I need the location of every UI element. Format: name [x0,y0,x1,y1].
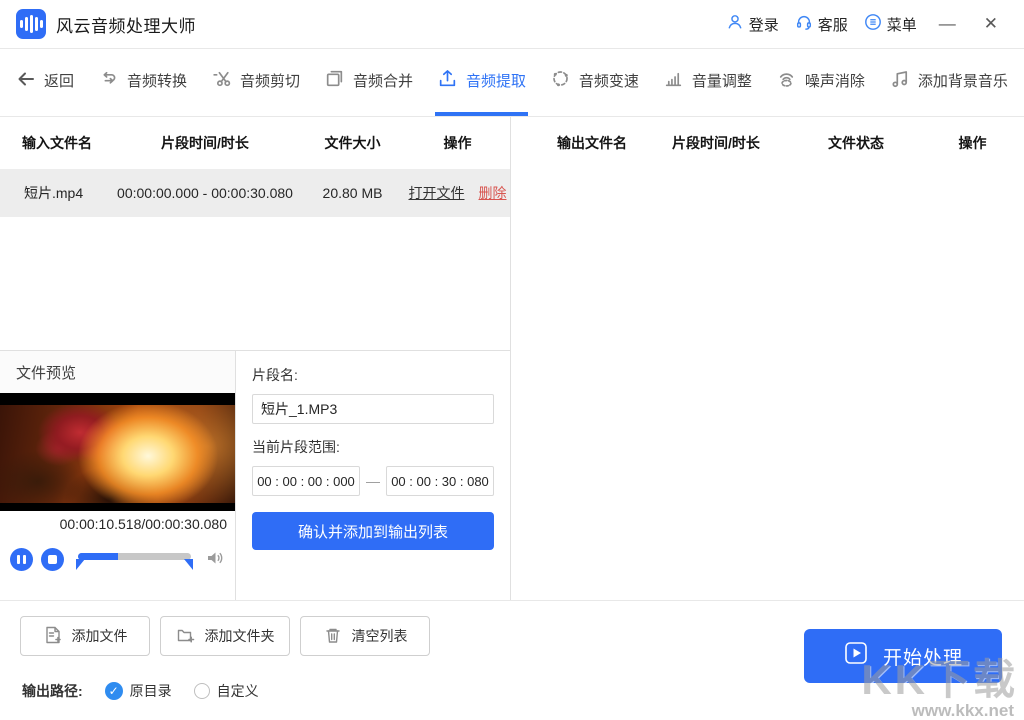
pause-icon [17,555,26,564]
range-dash: — [366,473,380,489]
menu-icon [864,13,882,35]
login-button[interactable]: 登录 [722,13,783,35]
main-area: 输入文件名 片段时间/时长 文件大小 操作 短片.mp4 00:00:00.00… [0,117,1024,600]
segment-name-input[interactable] [252,394,494,424]
output-table-header: 输出文件名 片段时间/时长 文件状态 操作 [511,117,1024,169]
headset-icon [795,13,813,35]
app-logo-icon [16,9,46,39]
noise-icon [776,68,797,93]
merge-icon [324,68,345,93]
video-frame-image [0,405,235,503]
user-icon [726,13,744,35]
input-table-empty-space [0,217,510,350]
tab-audio-speed[interactable]: 音频变速 [548,49,641,116]
player-controls [0,537,235,581]
scissors-icon [211,68,232,93]
tab-audio-cut[interactable]: 音频剪切 [209,49,302,116]
segment-panel: 片段名: 当前片段范围: — 确认并添加到输出列表 [236,351,510,600]
video-preview[interactable] [0,393,235,511]
add-folder-button[interactable]: 添加文件夹 [160,616,290,656]
trim-handle-left[interactable] [76,559,85,570]
file-size: 20.80 MB [300,185,405,201]
add-folder-icon [176,625,196,648]
volume-bars-icon [663,68,684,93]
input-pane: 输入文件名 片段时间/时长 文件大小 操作 短片.mp4 00:00:00.00… [0,117,511,600]
menu-button[interactable]: 菜单 [860,13,921,35]
tab-add-bgm[interactable]: 添加背景音乐 [887,49,1010,116]
clear-list-button[interactable]: 清空列表 [300,616,430,656]
add-file-button[interactable]: 添加文件 [20,616,150,656]
output-pane: 输出文件名 片段时间/时长 文件状态 操作 [511,117,1024,600]
preview-title: 文件预览 [0,351,235,393]
stop-button[interactable] [41,548,64,571]
watermark-url: www.kkx.net [861,702,1018,720]
input-table-header: 输入文件名 片段时间/时长 文件大小 操作 [0,117,510,169]
play-icon [843,640,869,672]
radio-custom-dir[interactable]: 自定义 [194,681,259,701]
open-file-link[interactable]: 打开文件 [409,183,465,203]
segment-range-label: 当前片段范围: [252,437,494,457]
tab-volume-adjust[interactable]: 音量调整 [661,49,754,116]
radio-original-dir[interactable]: ✓ 原目录 [105,681,172,701]
tab-noise-removal[interactable]: 噪声消除 [774,49,867,116]
seek-slider[interactable] [78,549,191,569]
app-title: 风云音频处理大师 [56,12,196,37]
input-file-name: 短片.mp4 [0,183,110,203]
pause-button[interactable] [10,548,33,571]
service-button[interactable]: 客服 [791,13,852,35]
add-file-icon [43,625,63,648]
volume-icon[interactable] [205,548,225,571]
range-start-input[interactable] [252,466,360,496]
tab-audio-merge[interactable]: 音频合并 [322,49,415,116]
table-row[interactable]: 短片.mp4 00:00:00.000 - 00:00:30.080 20.80… [0,169,510,217]
preview-panel: 文件预览 00:00:10.518/00:00:30.080 [0,351,236,600]
title-bar: 风云音频处理大师 登录 客服 菜单 — ✕ [0,0,1024,49]
tab-audio-convert[interactable]: 音频转换 [96,49,189,116]
radio-checked-icon: ✓ [105,682,123,700]
output-table-empty-space [511,169,1024,600]
toolbar: 返回 音频转换 音频剪切 音频合并 音频提取 音频变速 音量调整 噪声消除 添加… [0,49,1024,117]
close-button[interactable]: ✕ [974,14,1008,34]
trash-icon [323,625,343,648]
back-arrow-icon [16,69,36,93]
convert-icon [98,68,119,93]
minimize-button[interactable]: — [929,14,966,34]
speed-icon [550,68,571,93]
segment-time: 00:00:00.000 - 00:00:30.080 [110,185,300,201]
confirm-add-output-button[interactable]: 确认并添加到输出列表 [252,512,494,550]
range-end-input[interactable] [386,466,494,496]
bottom-bar: 添加文件 添加文件夹 清空列表 输出路径: ✓ 原目录 自定义 开始处理 KK下… [0,600,1024,720]
radio-unchecked-icon [194,683,210,699]
back-button[interactable]: 返回 [14,49,76,116]
delete-link[interactable]: 删除 [479,183,507,203]
segment-name-label: 片段名: [252,365,494,385]
start-processing-button[interactable]: 开始处理 [804,629,1002,683]
tab-audio-extract[interactable]: 音频提取 [435,49,528,116]
output-path-label: 输出路径: [22,681,83,701]
trim-handle-right[interactable] [184,559,193,570]
music-note-icon [889,68,910,93]
stop-icon [48,555,57,564]
extract-icon [437,68,458,93]
playback-time: 00:00:10.518/00:00:30.080 [0,511,235,537]
